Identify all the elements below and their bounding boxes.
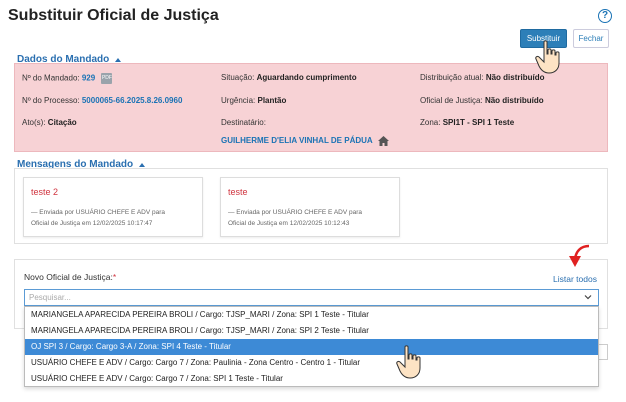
collapse-caret-icon[interactable] [139, 162, 146, 167]
atos-field: Ato(s): Citação [22, 118, 77, 127]
distribuicao-label: Distribuição atual: [420, 73, 484, 82]
novo-oficial-label: Novo Oficial de Justiça:* [24, 272, 116, 282]
urgencia-label: Urgência: [221, 96, 256, 105]
zona-value: SPI1T - SPI 1 Teste [442, 118, 515, 127]
atos-label: Ato(s): [22, 118, 46, 127]
mandado-label: Nº do Mandado: [22, 73, 80, 83]
required-mark: * [112, 272, 117, 282]
oficial-search-field[interactable] [24, 289, 599, 306]
pdf-icon[interactable]: PDF [101, 73, 113, 84]
zona-label: Zona: [420, 118, 441, 127]
message-meta-line1: — Enviada por USUÁRIO CHEFE E ADV para [31, 209, 166, 216]
red-arrow-icon [569, 244, 590, 267]
dropdown-option[interactable]: MARIANGELA APARECIDA PEREIRA BROLI / Car… [25, 307, 598, 323]
urgencia-value: Plantão [257, 96, 287, 105]
situacao-label: Situação: [221, 73, 255, 82]
atos-value: Citação [47, 118, 77, 127]
destinatario-label: Destinatário: [221, 118, 266, 127]
fechar-button[interactable]: Fechar [573, 29, 609, 48]
urgencia-field: Urgência: Plantão [221, 96, 286, 105]
situacao-field: Situação: Aguardando cumprimento [221, 73, 357, 82]
partially-hidden-button[interactable] [598, 344, 608, 360]
oficial-dropdown-list: MARIANGELA APARECIDA PEREIRA BROLI / Car… [24, 306, 599, 387]
dropdown-option[interactable]: USUÁRIO CHEFE E ADV / Cargo: Cargo 7 / Z… [25, 371, 598, 387]
mandado-link[interactable]: 929 [82, 74, 95, 83]
help-icon[interactable]: ? [598, 9, 612, 23]
message-card: teste 2 — Enviada por USUÁRIO CHEFE E AD… [23, 177, 203, 237]
oficial-label: Oficial de Justiça: [420, 96, 483, 105]
oficial-value: Não distribuído [484, 96, 544, 105]
oficial-field: Oficial de Justiça: Não distribuído [420, 96, 544, 105]
destinatario-row: GUILHERME D'ELIA VINHAL DE PÁDUA [221, 136, 389, 146]
processo-link[interactable]: 5000065-66.2025.8.26.0960 [82, 96, 183, 105]
distribuicao-field: Distribuição atual: Não distribuído [420, 73, 545, 82]
search-input[interactable] [25, 290, 565, 305]
dropdown-option[interactable]: USUÁRIO CHEFE E ADV / Cargo: Cargo 7 / Z… [25, 355, 598, 371]
message-meta-line2: Oficial de Justiça em 12/02/2025 10:17:4… [31, 220, 153, 227]
pointer-hand-icon [535, 40, 560, 74]
collapse-caret-icon[interactable] [115, 57, 122, 62]
processo-label: Nº do Processo: [22, 96, 80, 105]
distribuicao-value: Não distribuído [485, 73, 545, 82]
message-meta-line1: — Enviada por USUÁRIO CHEFE E ADV para [228, 209, 363, 216]
dropdown-option[interactable]: MARIANGELA APARECIDA PEREIRA BROLI / Car… [25, 323, 598, 339]
destinatario-link[interactable]: GUILHERME D'ELIA VINHAL DE PÁDUA [221, 136, 373, 145]
message-title: teste 2 [31, 187, 59, 197]
listar-todos-link[interactable]: Listar todos [553, 274, 597, 284]
destinatario-field: Destinatário: [221, 118, 266, 127]
chevron-down-icon[interactable] [584, 293, 592, 303]
mensagens-panel: teste 2 — Enviada por USUÁRIO CHEFE E AD… [14, 168, 608, 244]
zona-field: Zona: SPI1T - SPI 1 Teste [420, 118, 514, 127]
pointer-hand-icon [396, 345, 421, 379]
situacao-value: Aguardando cumprimento [256, 73, 357, 82]
message-meta-line2: Oficial de Justiça em 12/02/2025 10:12:4… [228, 220, 350, 227]
dados-panel: Nº do Mandado: 929 PDF Situação: Aguarda… [14, 63, 608, 152]
page-title: Substituir Oficial de Justiça [8, 7, 219, 24]
message-title: teste [228, 187, 248, 197]
mandado-field: Nº do Mandado: 929 PDF [22, 73, 113, 84]
message-card: teste — Enviada por USUÁRIO CHEFE E ADV … [220, 177, 400, 237]
novo-oficial-label-text: Novo Oficial de Justiça: [24, 272, 113, 282]
dropdown-option-selected[interactable]: OJ SPI 3 / Cargo: Cargo 3-A / Zona: SPI … [25, 339, 598, 355]
processo-field: Nº do Processo: 5000065-66.2025.8.26.096… [22, 96, 182, 105]
home-icon[interactable] [377, 136, 389, 146]
